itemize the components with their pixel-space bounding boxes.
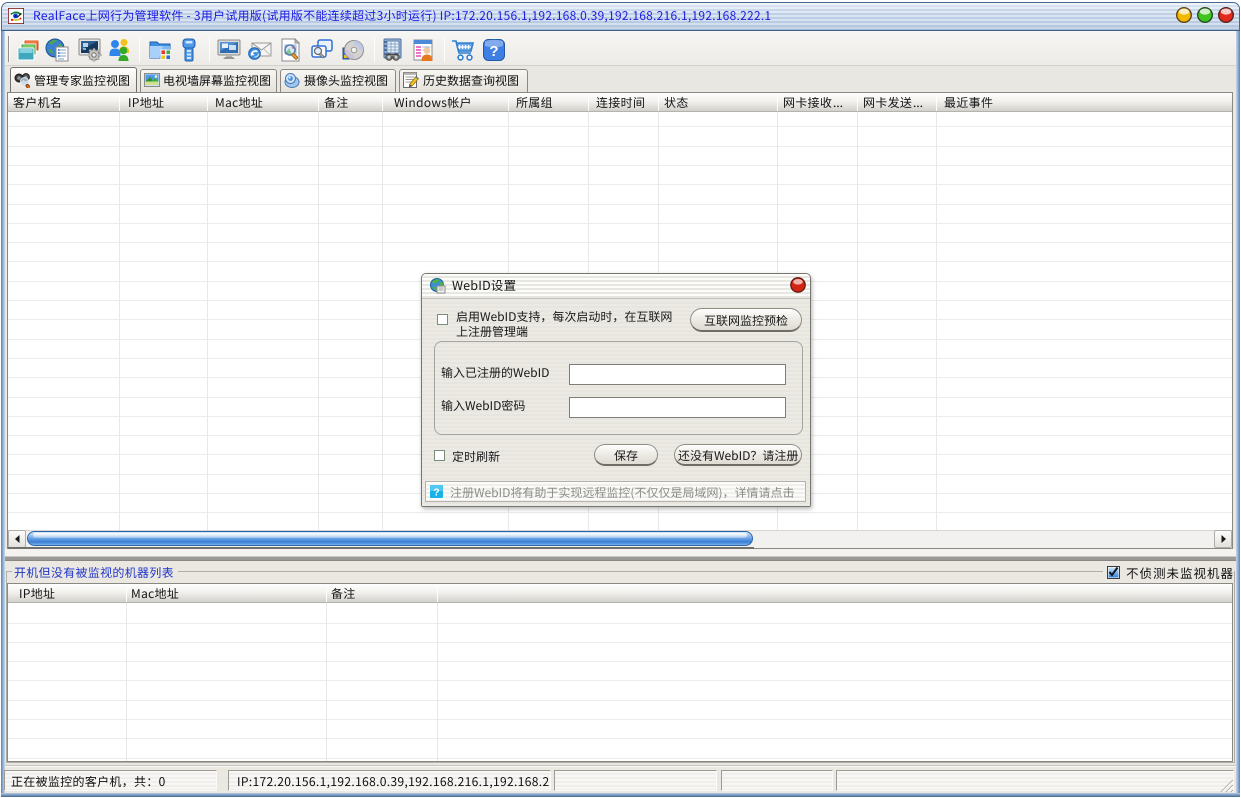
svg-text:?: ? bbox=[433, 487, 439, 499]
svg-text:?: ? bbox=[489, 43, 498, 60]
